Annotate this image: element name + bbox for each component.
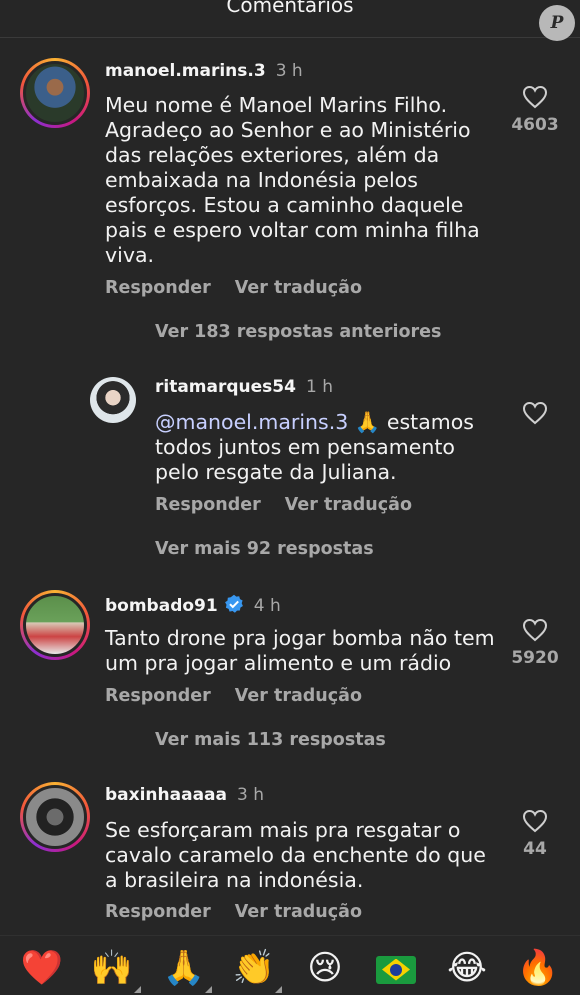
heart-icon[interactable] bbox=[522, 85, 548, 109]
heart-emoji-icon[interactable]: ❤️ bbox=[20, 946, 64, 990]
verified-badge-icon bbox=[224, 594, 243, 613]
view-more-replies-button[interactable]: Ver mais 113 respostas bbox=[155, 730, 386, 750]
laughing-emoji-icon[interactable]: 😂 bbox=[445, 946, 489, 990]
avatar[interactable] bbox=[20, 58, 90, 128]
see-translation-button[interactable]: Ver tradução bbox=[235, 686, 362, 706]
comment-text: Tanto drone pra jogar bomba não tem um p… bbox=[105, 626, 495, 675]
like-count: 5920 bbox=[511, 648, 559, 668]
avatar[interactable] bbox=[20, 590, 90, 660]
pray-emoji: 🙏 bbox=[354, 410, 381, 434]
skin-tone-indicator bbox=[134, 986, 141, 993]
reply-button[interactable]: Responder bbox=[105, 686, 211, 706]
comment-time: 4 h bbox=[253, 596, 281, 616]
comment-time: 3 h bbox=[237, 785, 264, 805]
reply-button[interactable]: Responder bbox=[105, 278, 211, 298]
skin-tone-indicator bbox=[205, 986, 212, 993]
see-translation-button[interactable]: Ver tradução bbox=[285, 495, 412, 515]
like-button[interactable]: 44 bbox=[505, 809, 565, 859]
comment-username[interactable]: ritamarques54 bbox=[155, 377, 296, 397]
watermark-logo: P bbox=[539, 5, 575, 41]
comment-username[interactable]: bombado91 bbox=[105, 596, 218, 616]
avatar[interactable] bbox=[90, 377, 136, 423]
like-count: 4603 bbox=[511, 115, 559, 135]
view-more-replies-button[interactable]: Ver mais 92 respostas bbox=[155, 539, 374, 559]
comment-time: 1 h bbox=[305, 377, 333, 397]
like-button[interactable]: 4603 bbox=[505, 85, 565, 135]
like-count: 44 bbox=[523, 839, 547, 859]
avatar[interactable] bbox=[20, 782, 90, 852]
comments-header: Comentários bbox=[0, 0, 580, 38]
reply-button[interactable]: Responder bbox=[105, 902, 211, 922]
reply-button[interactable]: Responder bbox=[155, 495, 261, 515]
like-button[interactable] bbox=[505, 401, 565, 425]
emoji-reaction-bar: ❤️ 🙌 🙏 👏 😢 😂 🔥 bbox=[0, 935, 580, 995]
heart-icon[interactable] bbox=[522, 618, 548, 642]
comment-text: Meu nome é Manoel Marins Filho. Agradeço… bbox=[105, 93, 480, 267]
pray-emoji-icon[interactable]: 🙏 bbox=[162, 946, 206, 990]
page-title: Comentários bbox=[226, 0, 354, 17]
skin-tone-indicator bbox=[275, 986, 282, 993]
crying-face-emoji-icon[interactable]: 😢 bbox=[303, 946, 347, 990]
brazil-flag-icon[interactable] bbox=[374, 946, 418, 990]
see-translation-button[interactable]: Ver tradução bbox=[235, 278, 362, 298]
view-previous-replies-button[interactable]: Ver 183 respostas anteriores bbox=[155, 322, 441, 342]
comment-text: Se esforçaram mais pra resgatar o cavalo… bbox=[105, 818, 486, 892]
comment-username[interactable]: manoel.marins.3 bbox=[105, 61, 266, 81]
heart-icon[interactable] bbox=[522, 809, 548, 833]
clapping-emoji-icon[interactable]: 👏 bbox=[232, 946, 276, 990]
heart-icon[interactable] bbox=[522, 401, 548, 425]
like-button[interactable]: 5920 bbox=[505, 618, 565, 668]
raising-hands-emoji-icon[interactable]: 🙌 bbox=[90, 946, 134, 990]
comment-text: @manoel.marins.3 🙏 estamos todos juntos … bbox=[155, 410, 474, 484]
fire-emoji-icon[interactable]: 🔥 bbox=[516, 946, 560, 990]
see-translation-button[interactable]: Ver tradução bbox=[235, 902, 362, 922]
mention-link[interactable]: @manoel.marins.3 bbox=[155, 410, 348, 434]
comment-time: 3 h bbox=[275, 61, 303, 81]
comment-username[interactable]: baxinhaaaaa bbox=[105, 785, 227, 805]
